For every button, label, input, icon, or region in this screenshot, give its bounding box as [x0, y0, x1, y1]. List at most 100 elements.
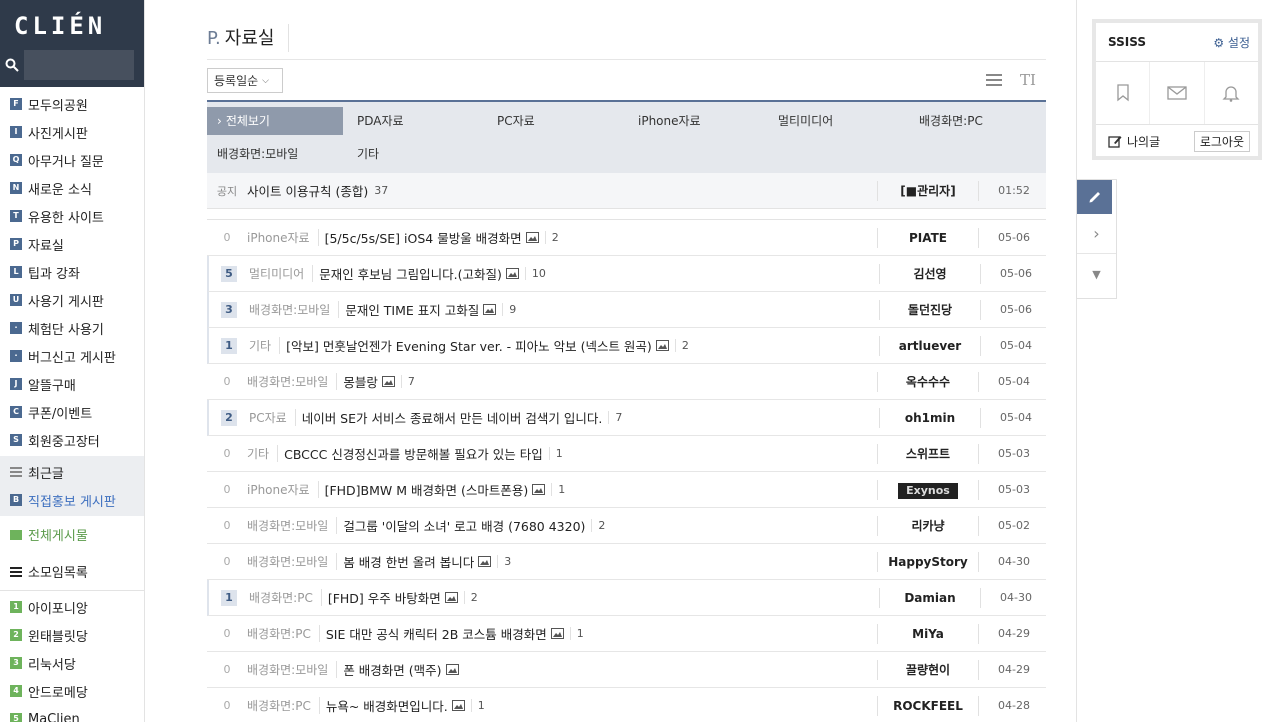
post-subject[interactable]: SIE 대만 공식 캐릭터 2B 코스튬 배경화면	[326, 624, 564, 643]
post-subject[interactable]: 뉴욕~ 배경화면입니다.	[326, 696, 465, 715]
settings-link[interactable]: ⚙ 설정	[1213, 34, 1250, 51]
post-subject-text: [FHD]BMW M 배경화면 (스마트폰용)	[324, 483, 529, 498]
logout-button[interactable]: 로그아웃	[1193, 131, 1250, 152]
post-subject[interactable]: [FHD]BMW M 배경화면 (스마트폰용)	[325, 480, 546, 499]
sidebar-item[interactable]: U 사용기 게시판	[0, 286, 144, 314]
sidebar-item[interactable]: · 체험단 사용기	[0, 314, 144, 342]
sidebar-item[interactable]: T 유용한 사이트	[0, 202, 144, 230]
post-author[interactable]: 끌량현이	[877, 660, 979, 680]
sidebar-group-item[interactable]: 1 아이포니앙	[0, 593, 144, 621]
sidebar-item[interactable]: C 쿠폰/이벤트	[0, 398, 144, 426]
post-subject[interactable]: [5/5c/5s/SE] iOS4 물방울 배경화면	[325, 228, 539, 247]
post-subject[interactable]: 몽블랑	[343, 372, 395, 391]
sidebar-group-item[interactable]: 5 MaClien	[0, 705, 144, 722]
post-author[interactable]: 옥수수수	[877, 372, 979, 392]
post-time: 04-29	[998, 627, 1030, 640]
next-page-button[interactable]: ›	[1077, 214, 1116, 254]
notice-row[interactable]: 공지 사이트 이용규칙 (종합) 37 [■관리자] 01:52	[207, 173, 1046, 209]
sidebar-item[interactable]: J 알뜰구매	[0, 370, 144, 398]
post-subject[interactable]: [악보] 먼훗날언젠가 Evening Star ver. - 피아노 악보 (…	[286, 336, 669, 355]
sidebar-item[interactable]: · 버그신고 게시판	[0, 342, 144, 370]
post-author[interactable]: [■관리자]	[877, 181, 979, 201]
bookmark-icon[interactable]	[1096, 62, 1151, 124]
sidebar-item-label: 체험단 사용기	[28, 322, 104, 338]
table-row[interactable]: 2 PC자료 네이버 SE가 서비스 종료해서 만든 네이버 검색기 입니다. …	[207, 400, 1046, 436]
post-subject[interactable]: 폰 배경화면 (맥주)	[343, 660, 459, 679]
post-author[interactable]: PIATE	[877, 228, 979, 248]
search-input[interactable]	[24, 50, 134, 80]
post-author[interactable]: artluever	[879, 336, 981, 356]
tab-category[interactable]: 멀티미디어	[768, 107, 833, 135]
list-view-icon[interactable]	[986, 73, 1002, 87]
post-subject[interactable]: CBCCC 신경정신과를 방문해볼 필요가 있는 타입	[284, 444, 543, 463]
table-row[interactable]: 0 iPhone자료 [FHD]BMW M 배경화면 (스마트폰용) 1 Exy…	[207, 472, 1046, 508]
badge-icon: 1	[10, 601, 22, 613]
sidebar-item[interactable]: L 팁과 강좌	[0, 258, 144, 286]
post-author[interactable]: 스위프트	[877, 444, 979, 464]
post-subject[interactable]: 걸그룹 '이달의 소녀' 로고 배경 (7680 4320)	[343, 516, 585, 535]
table-row[interactable]: 5 멀티미디어 문재인 후보님 그림입니다.(고화질) 10 김선영 05-06	[207, 256, 1046, 292]
my-posts-link[interactable]: 나의글	[1108, 133, 1160, 150]
table-row[interactable]: 0 배경화면:모바일 걸그룹 '이달의 소녀' 로고 배경 (7680 4320…	[207, 508, 1046, 544]
table-row[interactable]: 0 배경화면:PC 뉴욕~ 배경화면입니다. 1 ROCKFEEL 04-28	[207, 688, 1046, 722]
sidebar-item-promo[interactable]: B 직접홍보 게시판	[0, 486, 144, 514]
sidebar-item[interactable]: N 새로운 소식	[0, 174, 144, 202]
table-row[interactable]: 0 배경화면:모바일 폰 배경화면 (맥주) 끌량현이 04-29	[207, 652, 1046, 688]
post-subject[interactable]: 봄 배경 한번 올려 봅니다	[343, 552, 492, 571]
table-row[interactable]: 1 기타 [악보] 먼훗날언젠가 Evening Star ver. - 피아노…	[207, 328, 1046, 364]
image-icon	[525, 232, 539, 243]
sidebar-item-groups[interactable]: 소모임목록	[0, 553, 144, 590]
tab-category[interactable]: iPhone자료	[628, 107, 701, 135]
sidebar-item-recent[interactable]: 최근글	[0, 458, 144, 486]
post-subject-text: 폰 배경화면 (맥주)	[343, 663, 442, 678]
sidebar-item-all[interactable]: 전체게시물	[0, 516, 144, 553]
write-button[interactable]	[1077, 180, 1112, 214]
mail-icon[interactable]	[1150, 62, 1205, 124]
tab-category[interactable]: PC자료	[487, 107, 535, 135]
tab-category[interactable]: PDA자료	[347, 107, 404, 135]
tab-category[interactable]: 배경화면:PC	[909, 107, 983, 135]
post-subject[interactable]: 네이버 SE가 서비스 종료해서 만든 네이버 검색기 입니다.	[302, 408, 603, 427]
post-author[interactable]: 돌던진당	[879, 300, 981, 320]
post-author[interactable]: Damian	[879, 588, 981, 608]
post-author[interactable]: HappyStory	[877, 552, 979, 572]
post-subject[interactable]: 문재인 후보님 그림입니다.(고화질)	[319, 264, 519, 283]
bell-icon[interactable]	[1205, 62, 1258, 124]
post-author[interactable]: 리카냥	[877, 516, 979, 536]
sidebar-item[interactable]: I 사진게시판	[0, 118, 144, 146]
table-row[interactable]: 0 배경화면:모바일 봄 배경 한번 올려 봅니다 3 HappyStory 0…	[207, 544, 1046, 580]
notice-subject[interactable]: 사이트 이용규칙 (종합)	[247, 181, 368, 200]
sidebar-scrollbar[interactable]	[144, 0, 145, 630]
logo[interactable]: CLIÉN	[14, 12, 106, 40]
post-author[interactable]: Exynos	[877, 480, 979, 500]
table-row[interactable]: 0 배경화면:PC SIE 대만 공식 캐릭터 2B 코스튬 배경화면 1 Mi…	[207, 616, 1046, 652]
tab-category[interactable]: 기타	[347, 140, 379, 168]
post-author[interactable]: MiYa	[877, 624, 979, 644]
sidebar-item[interactable]: P 자료실	[0, 230, 144, 258]
sort-label: 등록일순	[214, 74, 259, 88]
sidebar-group-item[interactable]: 3 리눅서당	[0, 649, 144, 677]
search-icon[interactable]	[5, 58, 19, 72]
sidebar-item[interactable]: F 모두의공원	[0, 90, 144, 118]
post-category: 배경화면:PC	[247, 697, 320, 714]
post-time: 05-06	[1000, 267, 1032, 280]
table-row[interactable]: 0 배경화면:모바일 몽블랑 7 옥수수수 05-04	[207, 364, 1046, 400]
scroll-down-button[interactable]: ▼	[1077, 254, 1116, 294]
post-author[interactable]: oh1min	[879, 408, 981, 428]
table-row[interactable]: 1 배경화면:PC [FHD] 우주 바탕화면 2 Damian 04-30	[207, 580, 1046, 616]
post-subject[interactable]: [FHD] 우주 바탕화면	[328, 588, 458, 607]
sidebar-item[interactable]: Q 아무거나 질문	[0, 146, 144, 174]
post-subject[interactable]: 문재인 TIME 표지 고화질	[345, 300, 497, 319]
sidebar-group-item[interactable]: 4 안드로메당	[0, 677, 144, 705]
table-row[interactable]: 3 배경화면:모바일 문재인 TIME 표지 고화질 9 돌던진당 05-06	[207, 292, 1046, 328]
sidebar-group-item[interactable]: 2 윈태블릿당	[0, 621, 144, 649]
tab-category[interactable]: 전체보기	[207, 107, 343, 135]
post-author[interactable]: ROCKFEEL	[877, 696, 979, 716]
post-author[interactable]: 김선영	[879, 264, 981, 284]
table-row[interactable]: 0 기타 CBCCC 신경정신과를 방문해볼 필요가 있는 타입 1 스위프트 …	[207, 436, 1046, 472]
table-row[interactable]: 0 iPhone자료 [5/5c/5s/SE] iOS4 물방울 배경화면 2 …	[207, 220, 1046, 256]
sidebar-item[interactable]: S 회원중고장터	[0, 426, 144, 454]
font-size-icon[interactable]: TI	[1020, 71, 1036, 89]
sort-select[interactable]: 등록일순 ⌵	[207, 68, 283, 93]
tab-category[interactable]: 배경화면:모바일	[207, 140, 298, 168]
